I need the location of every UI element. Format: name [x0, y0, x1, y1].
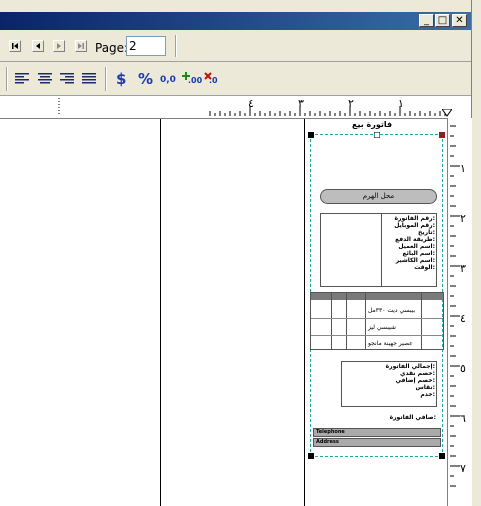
align-right-icon[interactable]	[59, 71, 75, 87]
invoice-info-table: رقم الفاتورة: رقم الموبايل: تاريخ: طريقة…	[320, 213, 437, 287]
add-decimal-icon[interactable]: .00	[182, 71, 202, 87]
toolbar-separator	[6, 67, 8, 91]
item-name: بيبسي ديت ٣٣٠مل	[368, 307, 416, 314]
ruler-label: ٣	[460, 262, 466, 275]
shop-name-banner: محل الهرم	[320, 189, 437, 204]
items-table: بيبسي ديت ٣٣٠مل شيبسي ليز عصير جهينة مان…	[310, 292, 444, 350]
totals-label: خدم:	[420, 391, 435, 398]
ruler-label: ٥	[460, 362, 466, 375]
info-label: طريقة الدفع:	[395, 236, 435, 243]
align-left-icon[interactable]	[14, 71, 30, 87]
totals-label: خصم نقدي:	[400, 370, 435, 377]
totals-table: إجمالي الفاتورة: خصم نقدي: خصم إضافي: نق…	[341, 361, 437, 407]
prev-page-icon[interactable]	[32, 40, 44, 52]
page-boundary-line	[160, 119, 161, 506]
last-page-icon[interactable]	[75, 40, 87, 52]
ruler-label: ٤	[248, 97, 254, 110]
ruler-label: ٤	[460, 312, 466, 325]
maximize-button[interactable]: □	[435, 14, 450, 27]
close-button[interactable]: ✕	[452, 14, 467, 27]
resize-handle-icon[interactable]	[439, 132, 445, 138]
window-border-right	[471, 0, 481, 506]
percent-icon[interactable]: %	[138, 71, 156, 87]
page-label: Page:	[95, 41, 129, 55]
horizontal-ruler: ٤ ٣ ٢ ١	[0, 96, 471, 119]
ruler-label: ٦	[460, 412, 466, 425]
vertical-ruler: ١ ٢ ٣ ٤ ٥ ٦ ٧	[447, 118, 472, 506]
resize-handle-icon[interactable]	[374, 132, 380, 138]
totals-label: إجمالي الفاتورة:	[385, 363, 435, 370]
ruler-label: ١	[398, 97, 404, 110]
net-total-label: صافي الفاتورة:	[389, 414, 436, 421]
info-label: تاريخ:	[418, 229, 435, 236]
toolbar-separator	[175, 35, 177, 57]
item-name: شيبسي ليز	[368, 324, 396, 331]
info-label: اسم العميل:	[398, 243, 435, 250]
ruler-label: ١	[460, 162, 466, 175]
report-title: فاتورة بيع	[352, 120, 393, 129]
remove-decimal-label: .0	[209, 76, 218, 85]
next-page-icon[interactable]	[53, 40, 65, 52]
telephone-row: Telephone	[313, 428, 441, 437]
info-label: رقم الفاتورة:	[394, 215, 435, 222]
ruler-label: ٢	[348, 97, 354, 110]
ruler-label: ٢	[460, 212, 466, 225]
ruler-label: ٧	[460, 462, 466, 475]
decimal-icon[interactable]: 0,0	[160, 71, 180, 87]
info-label: رقم الموبايل:	[394, 222, 435, 229]
resize-handle-icon[interactable]	[308, 132, 314, 138]
totals-label: خصم إضافي:	[395, 377, 435, 384]
first-page-icon[interactable]	[9, 40, 21, 52]
toolbar-separator	[105, 67, 107, 91]
navigation-toolbar	[0, 31, 471, 62]
title-band	[0, 12, 471, 30]
minimize-button[interactable]: _	[419, 14, 434, 27]
justify-icon[interactable]	[81, 71, 97, 87]
resize-handle-icon[interactable]	[439, 453, 445, 459]
ruler-label: ٣	[298, 97, 304, 110]
address-label: Address	[316, 439, 339, 445]
align-center-icon[interactable]	[37, 71, 53, 87]
info-label: اسم البائع:	[402, 250, 435, 257]
add-decimal-label: .00	[188, 76, 203, 85]
ruler-margin-marker-icon[interactable]	[442, 109, 452, 117]
info-label: الوقت:	[414, 264, 435, 271]
totals-label: نقاس:	[415, 384, 435, 391]
page-number-input[interactable]	[126, 36, 166, 56]
currency-icon[interactable]: $	[116, 71, 132, 87]
page-boundary-line	[304, 119, 305, 506]
telephone-label: Telephone	[316, 429, 345, 435]
remove-decimal-icon[interactable]: .0	[204, 71, 220, 87]
address-row: Address	[313, 438, 441, 447]
report-page[interactable]: محل الهرم رقم الفاتورة: رقم الموبايل: تا…	[308, 132, 445, 459]
item-name: عصير جهينة مانجو	[368, 340, 413, 347]
info-label: اسم الكاشير:	[395, 257, 435, 264]
window-title-bar: _ □ ✕	[0, 0, 481, 30]
resize-handle-icon[interactable]	[308, 453, 314, 459]
